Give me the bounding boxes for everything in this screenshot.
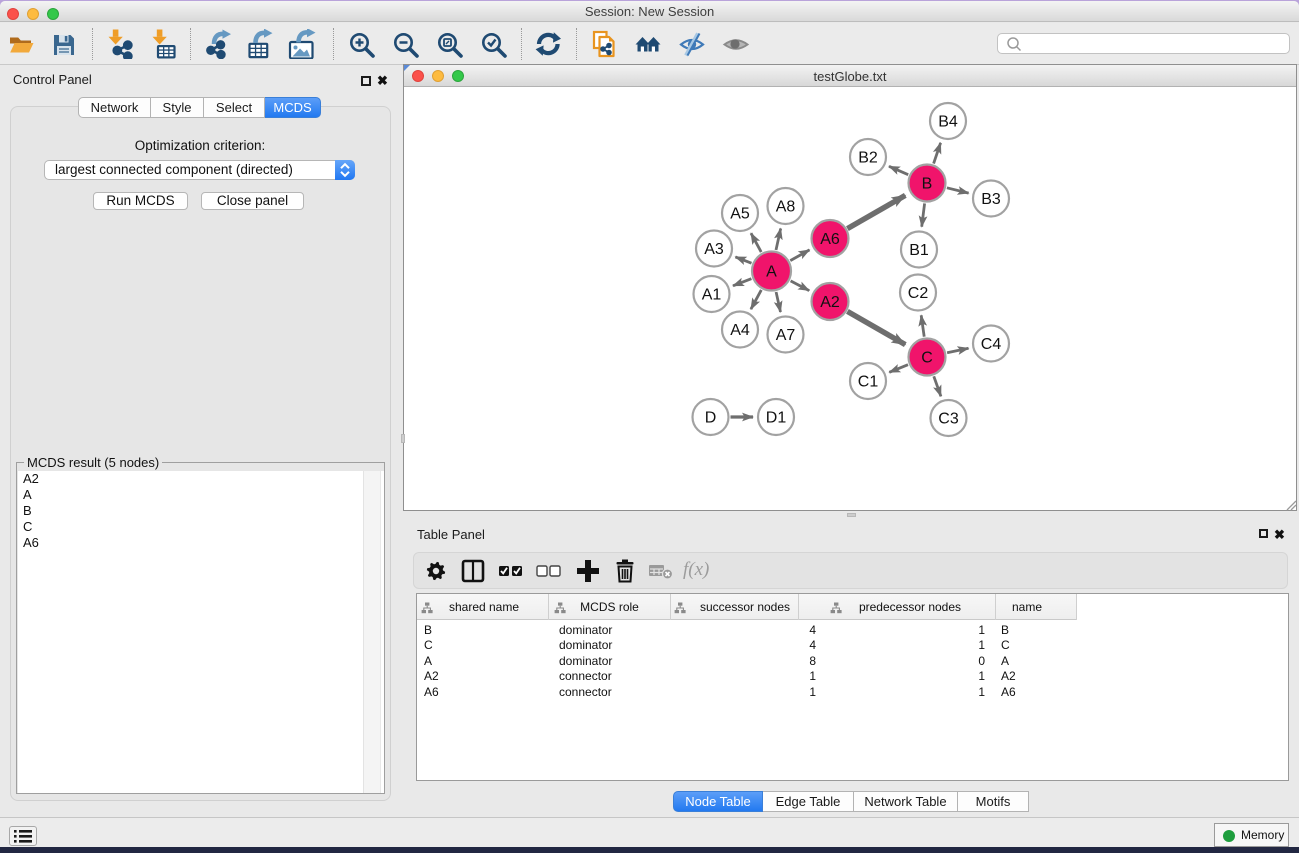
svg-text:B3: B3	[981, 191, 1001, 208]
svg-text:C4: C4	[981, 336, 1002, 353]
svg-text:A6: A6	[820, 231, 840, 248]
svg-text:C3: C3	[938, 411, 959, 428]
svg-text:A5: A5	[730, 206, 750, 223]
svg-text:D1: D1	[766, 410, 787, 427]
svg-text:C2: C2	[908, 285, 929, 302]
svg-text:A1: A1	[702, 287, 722, 304]
svg-text:C: C	[921, 350, 933, 367]
svg-text:B2: B2	[858, 150, 878, 167]
svg-text:A8: A8	[776, 199, 796, 216]
svg-text:A2: A2	[820, 294, 840, 311]
svg-text:A3: A3	[704, 241, 724, 258]
svg-text:A4: A4	[730, 322, 750, 339]
svg-text:D: D	[705, 410, 717, 427]
svg-text:C1: C1	[858, 374, 879, 391]
svg-text:B: B	[922, 176, 933, 193]
svg-text:A: A	[766, 264, 777, 281]
svg-text:B1: B1	[909, 242, 929, 259]
svg-text:A7: A7	[776, 327, 796, 344]
svg-text:B4: B4	[938, 114, 958, 131]
